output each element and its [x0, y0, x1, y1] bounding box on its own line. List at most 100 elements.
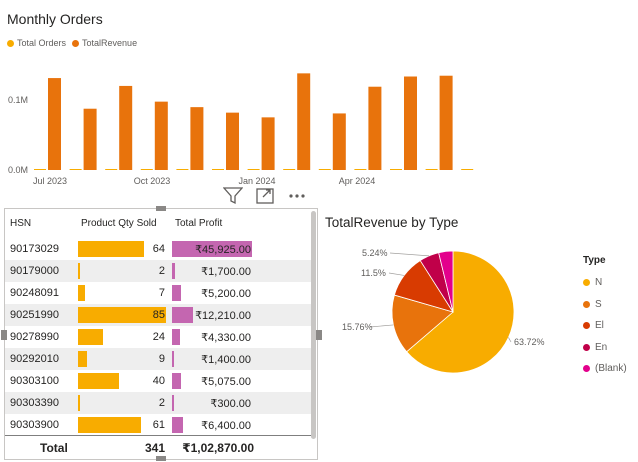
bar-total-revenue[interactable] — [226, 112, 239, 170]
resize-handle-left[interactable] — [1, 330, 7, 340]
table-row[interactable]: 90303100 40 ₹5,075.00 — [5, 370, 313, 392]
cell-profit: ₹4,330.00 — [170, 326, 256, 348]
cell-profit: ₹5,200.00 — [170, 282, 256, 304]
bar-total-orders[interactable] — [247, 169, 260, 170]
qty-value: 24 — [152, 331, 165, 343]
pie-legend-label: En — [595, 341, 608, 353]
cell-hsn: 90278990 — [10, 331, 59, 343]
bar-total-revenue[interactable] — [368, 86, 382, 170]
cell-qty: 9 — [76, 348, 170, 370]
bar-total-revenue[interactable] — [190, 107, 204, 170]
profit-value: ₹12,210.00 — [195, 309, 251, 322]
pie-legend-item[interactable]: En — [583, 337, 627, 359]
bar-total-orders[interactable] — [425, 169, 438, 170]
cell-qty: 2 — [76, 260, 170, 282]
column-header-profit[interactable]: Total Profit — [170, 218, 256, 229]
bar-total-orders[interactable] — [34, 169, 46, 170]
resize-handle-right[interactable] — [316, 330, 322, 340]
bar-total-revenue[interactable] — [154, 101, 168, 170]
resize-handle-top[interactable] — [156, 206, 166, 211]
bar-total-orders[interactable] — [461, 169, 474, 170]
hsn-table-visual[interactable]: HSN Product Qty Sold Total Profit 901730… — [4, 208, 318, 460]
cell-hsn: 90303900 — [10, 419, 59, 431]
bar-total-orders[interactable] — [390, 169, 402, 170]
pie-labels-group: 63.72% 15.76% 11.5% 5.24% — [342, 248, 545, 347]
bar-total-orders[interactable] — [105, 169, 118, 170]
column-header-hsn[interactable]: HSN — [5, 218, 76, 229]
table-row[interactable]: 90173029 64 ₹45,925.00 — [5, 238, 313, 260]
bar-total-revenue[interactable] — [297, 73, 311, 170]
table-row[interactable]: 90248091 7 ₹5,200.00 — [5, 282, 313, 304]
bar-total-orders[interactable] — [354, 169, 367, 170]
pie-legend-dot — [583, 279, 590, 287]
qty-value: 40 — [152, 375, 165, 387]
pie-legend-title: Type — [583, 255, 606, 266]
qty-value: 9 — [158, 353, 165, 365]
bar-total-orders[interactable] — [176, 169, 189, 170]
total-profit: ₹1,02,870.00 — [182, 440, 254, 455]
table-row[interactable]: 90303900 61 ₹6,400.00 — [5, 414, 313, 434]
pie-leader-line — [508, 337, 512, 343]
cell-hsn: 90251990 — [10, 309, 59, 321]
filter-icon[interactable] — [222, 185, 244, 207]
bar-total-revenue[interactable] — [48, 78, 61, 170]
pie-legend-item[interactable]: S — [583, 294, 627, 316]
x-tick-label: Apr 2024 — [339, 176, 376, 186]
pie-data-label: 5.24% — [362, 248, 388, 258]
cell-qty: 24 — [76, 326, 170, 348]
table-row[interactable]: 90303390 2 ₹300.00 — [5, 392, 313, 414]
bar-total-orders[interactable] — [212, 169, 224, 170]
bar-total-revenue[interactable] — [119, 85, 133, 170]
bar-total-revenue[interactable] — [261, 117, 275, 170]
bar-total-revenue[interactable] — [332, 113, 346, 170]
bar-total-revenue[interactable] — [439, 75, 453, 170]
pie-legend-item[interactable]: N — [583, 272, 627, 294]
focus-mode-icon[interactable] — [254, 185, 276, 207]
y-tick-label: 0.1M — [8, 95, 28, 105]
pie-slice-el[interactable] — [393, 259, 454, 313]
cell-profit: ₹300.00 — [170, 392, 256, 414]
x-tick-label: Oct 2023 — [134, 176, 171, 186]
bar-total-orders[interactable] — [283, 169, 296, 170]
qty-value: 61 — [152, 419, 165, 431]
x-tick-label: Jul 2023 — [33, 176, 67, 186]
pie-legend-label: S — [595, 298, 602, 310]
table-row[interactable]: 90179000 2 ₹1,700.00 — [5, 260, 313, 282]
table-row[interactable]: 90278990 24 ₹4,330.00 — [5, 326, 313, 348]
pie-data-label: 15.76% — [342, 322, 373, 332]
table-row[interactable]: 90251990 85 ₹12,210.00 — [5, 304, 313, 326]
qty-value: 85 — [152, 309, 165, 321]
bar-total-orders[interactable] — [318, 169, 331, 170]
cell-qty: 85 — [76, 304, 170, 326]
profit-value: ₹4,330.00 — [201, 331, 251, 344]
pie-leader-line — [369, 324, 394, 328]
cell-profit: ₹1,400.00 — [170, 348, 256, 370]
monthly-orders-visual[interactable]: Monthly Orders Total Orders TotalRevenue… — [0, 0, 638, 190]
bar-total-orders[interactable] — [140, 169, 153, 170]
pie-legend-item[interactable]: El — [583, 315, 627, 337]
cell-hsn: 90173029 — [10, 243, 59, 255]
pie-leader-line — [388, 272, 405, 276]
cell-hsn: 90303390 — [10, 397, 59, 409]
bar-total-orders[interactable] — [69, 169, 82, 170]
visual-header-toolbar — [222, 185, 308, 207]
more-options-icon[interactable] — [286, 185, 308, 207]
bar-total-revenue[interactable] — [83, 108, 97, 170]
table-row[interactable]: 90292010 9 ₹1,400.00 — [5, 348, 313, 370]
pie-legend-dot — [583, 322, 590, 330]
pie-legend-label: El — [595, 320, 604, 332]
bar-series-group — [34, 73, 474, 171]
pie-slice-en[interactable] — [419, 252, 454, 313]
qty-value: 64 — [152, 243, 165, 255]
column-header-qty[interactable]: Product Qty Sold — [76, 218, 170, 229]
pie-slice-s[interactable] — [391, 294, 454, 353]
pie-slice-blank[interactable] — [438, 250, 454, 313]
pie-legend: Type N S El En (Blank) — [583, 255, 627, 380]
bar-total-revenue[interactable] — [404, 76, 417, 171]
resize-handle-bottom[interactable] — [156, 456, 166, 461]
vertical-scrollbar[interactable] — [311, 211, 316, 439]
cell-qty: 61 — [76, 414, 170, 434]
pie-slice-n[interactable] — [406, 250, 515, 374]
pie-legend-item[interactable]: (Blank) — [583, 358, 627, 380]
pie-leader-line — [389, 252, 430, 257]
